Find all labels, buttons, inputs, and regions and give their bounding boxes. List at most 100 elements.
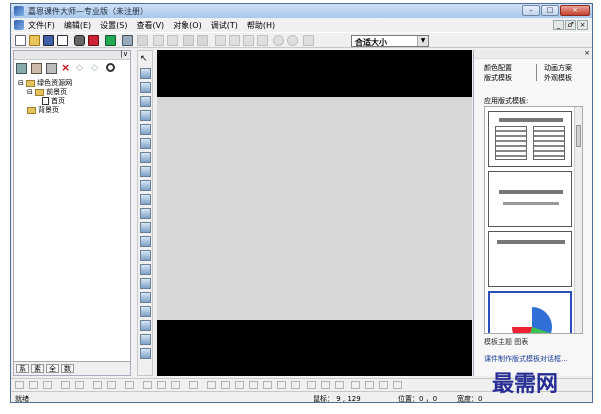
tab-material[interactable]: 素 xyxy=(31,364,44,373)
timer-tool-icon[interactable] xyxy=(140,194,151,205)
tree-item-root[interactable]: ⊟ 绿色资源网 xyxy=(18,79,72,88)
arrow-both-icon[interactable] xyxy=(307,381,316,389)
menu-tool-icon[interactable] xyxy=(140,278,151,289)
mdi-close-button[interactable]: × xyxy=(577,20,588,30)
tab-data[interactable]: 数 xyxy=(61,364,74,373)
tab-system[interactable]: 系 xyxy=(16,364,29,373)
print-icon[interactable] xyxy=(74,35,85,46)
menu-view[interactable]: 查看(V) xyxy=(136,20,164,31)
menu-settings[interactable]: 设置(S) xyxy=(100,20,127,31)
unlock-icon[interactable] xyxy=(167,35,178,46)
scrollbar-thumb[interactable] xyxy=(576,125,581,147)
tab-animation-scheme[interactable]: 动画方案 xyxy=(544,63,572,73)
same-height-icon[interactable] xyxy=(157,381,166,389)
save-icon[interactable] xyxy=(43,35,54,46)
align-top-icon[interactable] xyxy=(61,381,70,389)
video-tool-icon[interactable] xyxy=(140,166,151,177)
undo-icon[interactable] xyxy=(273,35,284,46)
open-folder-icon[interactable] xyxy=(29,35,40,46)
align-middle-icon[interactable] xyxy=(75,381,84,389)
menu-edit[interactable]: 编辑(E) xyxy=(64,20,91,31)
slide-canvas[interactable] xyxy=(157,97,472,320)
template-item-selected[interactable] xyxy=(488,291,572,333)
line-diag-icon[interactable] xyxy=(207,381,216,389)
move-up-icon[interactable]: ◇ xyxy=(76,63,87,74)
help-cursor-icon[interactable] xyxy=(105,35,116,46)
button-tool-icon[interactable] xyxy=(140,138,151,149)
mdi-minimize-button[interactable]: _ xyxy=(553,20,564,30)
align-bottom-icon[interactable] xyxy=(93,381,102,389)
textbox-tool-icon[interactable] xyxy=(140,124,151,135)
lock-icon[interactable] xyxy=(153,35,164,46)
page-properties-icon[interactable] xyxy=(46,63,57,74)
line-steep-icon[interactable] xyxy=(235,381,244,389)
arrow-down-icon[interactable] xyxy=(263,381,272,389)
script-tool-icon[interactable] xyxy=(140,348,151,359)
distribute-h-icon[interactable] xyxy=(107,381,116,389)
panel-pin-icon[interactable]: |∨ xyxy=(121,50,128,58)
check-icon[interactable] xyxy=(303,35,314,46)
eye-icon[interactable] xyxy=(183,35,194,46)
chevron-down-icon[interactable]: ▼ xyxy=(417,36,428,46)
chart-tool-icon[interactable] xyxy=(140,236,151,247)
ungroup-icon[interactable] xyxy=(365,381,374,389)
tab-color-config[interactable]: 颜色配置 xyxy=(484,63,512,73)
group-icon[interactable] xyxy=(351,381,360,389)
paste-icon[interactable] xyxy=(243,35,254,46)
send-back-icon[interactable] xyxy=(393,381,402,389)
close-button[interactable]: × xyxy=(560,5,590,16)
template-item[interactable] xyxy=(488,171,572,227)
zoom-select[interactable]: 合适大小 ▼ xyxy=(351,35,429,47)
delete-page-icon[interactable]: × xyxy=(61,62,72,74)
template-dialog-link[interactable]: 课件制作版式模板对话框... xyxy=(484,354,568,364)
close-icon[interactable]: × xyxy=(584,49,590,57)
properties-icon[interactable] xyxy=(122,35,133,46)
menu-object[interactable]: 对象(O) xyxy=(173,20,202,31)
collapse-icon[interactable]: ⊟ xyxy=(27,88,33,96)
pointer-icon[interactable]: ↖ xyxy=(140,54,151,65)
rectangle-tool-icon[interactable] xyxy=(140,110,151,121)
line-tool-icon[interactable] xyxy=(140,82,151,93)
add-folder-icon[interactable] xyxy=(31,63,42,74)
menu-debug[interactable]: 调试(T) xyxy=(211,20,238,31)
ellipse-tool-icon[interactable] xyxy=(140,96,151,107)
search-icon[interactable] xyxy=(106,63,115,72)
tab-all[interactable]: 全 xyxy=(46,364,59,373)
bring-front-icon[interactable] xyxy=(379,381,388,389)
refresh-icon[interactable] xyxy=(335,381,344,389)
page-setup-icon[interactable] xyxy=(57,35,68,46)
distribute-v-icon[interactable] xyxy=(125,381,134,389)
template-scrollbar[interactable] xyxy=(574,107,582,333)
tree-item-background[interactable]: 背景页 xyxy=(18,106,72,115)
document-icon[interactable] xyxy=(14,20,24,30)
menu-file[interactable]: 文件(F) xyxy=(28,20,55,31)
tab-layout-template[interactable]: 版式模板 xyxy=(484,73,512,83)
table-tool-icon[interactable] xyxy=(140,222,151,233)
preview-icon[interactable] xyxy=(88,35,99,46)
sound-tool-icon[interactable] xyxy=(140,152,151,163)
shape-tool-icon[interactable] xyxy=(140,306,151,317)
align-left-icon[interactable] xyxy=(15,381,24,389)
tab-appearance-template[interactable]: 外观模板 xyxy=(544,73,572,83)
maximize-button[interactable]: □ xyxy=(541,5,559,16)
same-size-icon[interactable] xyxy=(171,381,180,389)
add-page-icon[interactable] xyxy=(16,63,27,74)
cut-icon[interactable] xyxy=(215,35,226,46)
mdi-restore-button[interactable]: ♂ xyxy=(565,20,576,30)
rotate-icon[interactable] xyxy=(321,381,330,389)
question-tool-icon[interactable] xyxy=(140,250,151,261)
arrow-left-icon[interactable] xyxy=(277,381,286,389)
same-width-icon[interactable] xyxy=(143,381,152,389)
arrow-up-icon[interactable] xyxy=(249,381,258,389)
globe-tool-icon[interactable] xyxy=(140,208,151,219)
image-tool-icon[interactable] xyxy=(140,68,151,79)
align-right-icon[interactable] xyxy=(43,381,52,389)
draw-tool-icon[interactable] xyxy=(140,320,151,331)
collapse-icon[interactable]: ⊟ xyxy=(18,79,24,87)
align-center-icon[interactable] xyxy=(29,381,38,389)
flash-tool-icon[interactable] xyxy=(140,180,151,191)
editing-stage[interactable] xyxy=(157,50,472,376)
title-bar[interactable]: 嘉恩课件大师—专业版（未注册） – □ × xyxy=(11,4,592,18)
grid-icon[interactable] xyxy=(189,381,198,389)
hotspot-tool-icon[interactable] xyxy=(140,264,151,275)
